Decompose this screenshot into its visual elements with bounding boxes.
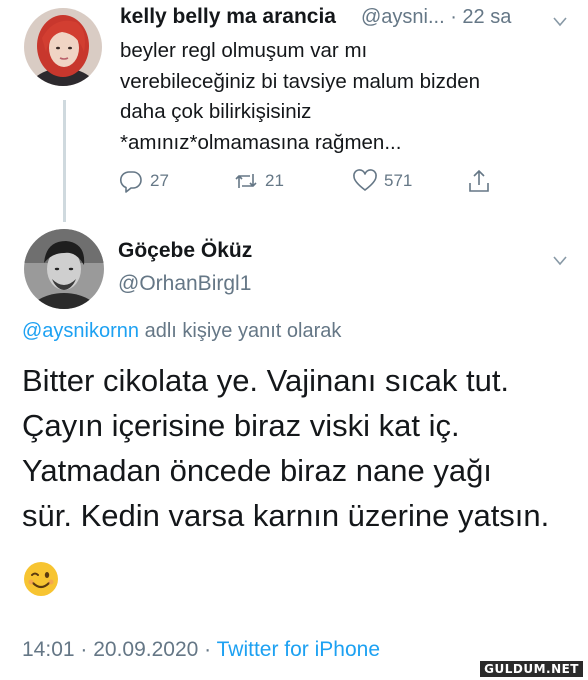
reply-tweet-line: Yatmadan öncede biraz nane yağı xyxy=(22,453,492,488)
tweet-metadata: 14:01 · 20.09.2020 · Twitter for iPhone xyxy=(22,638,380,662)
parent-tweet-actions: 27 21 571 xyxy=(0,164,588,198)
parent-tweet-line: verebileceğiniz bi tavsiye malum bizden xyxy=(120,69,481,93)
retweet-icon xyxy=(235,174,257,188)
reply-count: 27 xyxy=(150,171,169,190)
parent-author-avatar[interactable] xyxy=(24,8,102,86)
like-icon xyxy=(353,169,377,192)
parent-tweet-line: *amınız*olmamasına rağmen... xyxy=(120,130,402,154)
winking-face-emoji xyxy=(22,560,60,598)
reply-author-name[interactable]: Göçebe Öküz xyxy=(118,239,252,263)
reply-tweet-line: sür. Kedin varsa karnın üzerine yatsın. xyxy=(22,498,550,533)
reply-tweet-line: Bitter cikolata ye. Vajinanı sıcak tut. xyxy=(22,363,510,398)
tweet-timestamp: 14:01 · 20.09.2020 · xyxy=(22,638,217,661)
parent-author-handle-time[interactable]: @aysni... · 22 sa xyxy=(361,6,511,29)
chevron-down-icon[interactable] xyxy=(553,14,567,27)
reply-button[interactable]: 27 xyxy=(118,164,169,198)
parent-tweet-text: beyler regl olmuşum var mı verebileceğin… xyxy=(120,36,560,158)
like-count: 571 xyxy=(384,171,413,190)
thread-connector-line xyxy=(63,100,66,222)
share-icon xyxy=(469,169,489,192)
watermark: GULDUM.NET xyxy=(479,660,584,678)
reply-author-handle[interactable]: @OrhanBirgl1 xyxy=(118,272,251,296)
replying-to-handle-link[interactable]: @aysnikornn xyxy=(22,320,139,342)
reply-tweet-text: Bitter cikolata ye. Vajinanı sıcak tut. … xyxy=(22,358,582,538)
chevron-down-icon[interactable] xyxy=(553,253,567,266)
reply-icon xyxy=(120,171,142,193)
parent-author-name[interactable]: kelly belly ma arancia xyxy=(120,5,336,29)
replying-to: @aysnikornn adlı kişiye yanıt olarak xyxy=(22,320,341,343)
reply-author-avatar[interactable] xyxy=(24,229,104,309)
share-button[interactable] xyxy=(466,164,498,198)
retweet-count: 21 xyxy=(265,171,284,190)
like-button[interactable]: 571 xyxy=(352,164,412,198)
replying-to-suffix: adlı kişiye yanıt olarak xyxy=(139,320,342,342)
parent-tweet-line: beyler regl olmuşum var mı xyxy=(120,39,368,62)
reply-tweet-line: Çayın içerisine biraz viski kat iç. xyxy=(22,408,460,443)
retweet-button[interactable]: 21 xyxy=(233,164,284,198)
tweet-source-link[interactable]: Twitter for iPhone xyxy=(217,638,380,661)
parent-tweet-line: daha çok bilirkişisiniz xyxy=(120,100,312,123)
